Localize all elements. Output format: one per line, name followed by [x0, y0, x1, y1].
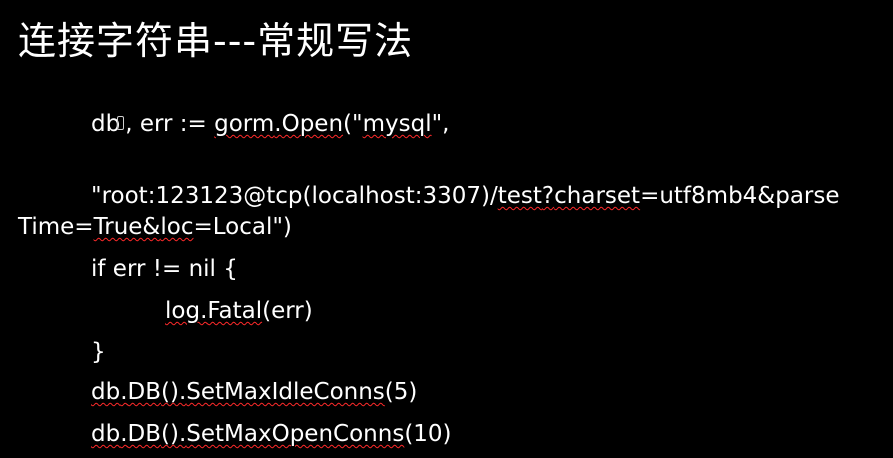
code-token: (10)	[404, 421, 452, 447]
code-line-close-brace: }	[91, 339, 106, 365]
code-token: mysql	[362, 111, 432, 137]
code-token: db	[91, 379, 121, 405]
code-token: =Local")	[193, 214, 292, 240]
code-token: .	[274, 111, 282, 137]
code-token: DB	[127, 421, 162, 447]
code-line-dsn-2: Time=True&loc=Local")	[18, 212, 292, 242]
code-token: loc	[160, 214, 194, 240]
code-token: .	[120, 421, 128, 447]
code-token: (err)	[262, 298, 313, 324]
code-token: db	[91, 111, 121, 137]
code-token: ("	[343, 111, 363, 137]
text-cursor-icon	[117, 115, 125, 130]
code-token: SetMaxIdleConns	[186, 379, 385, 405]
code-token: ().	[161, 379, 187, 405]
code-token: &	[142, 214, 161, 240]
code-token: Time=	[18, 214, 94, 240]
code-token: .	[120, 379, 128, 405]
code-line-dsn-1: "root:123123@tcp(localhost:3307)/test?ch…	[91, 181, 840, 211]
code-token: Fatal	[207, 298, 263, 324]
code-token: ?	[541, 183, 555, 209]
code-token: Open	[281, 111, 344, 137]
code-token: ().	[161, 421, 187, 447]
code-token: ",	[431, 111, 450, 137]
code-line-set-max-idle: db.DB().SetMaxIdleConns(5)	[91, 377, 417, 407]
code-token: charset	[554, 183, 641, 209]
slide-title: 连接字符串---常规写法	[18, 19, 414, 63]
code-token: (5)	[384, 379, 418, 405]
code-token: log	[165, 298, 201, 324]
code-token: test	[497, 183, 542, 209]
code-token: db	[91, 421, 121, 447]
code-token: , err :=	[125, 111, 215, 137]
code-token: gorm	[214, 111, 275, 137]
code-line-set-max-open: db.DB().SetMaxOpenConns(10)	[91, 419, 452, 449]
code-token: DB	[127, 379, 162, 405]
code-line-if: if err != nil {	[91, 256, 238, 282]
code-token: True	[93, 214, 143, 240]
code-token: SetMaxOpenConns	[186, 421, 405, 447]
code-line-log-fatal: log.Fatal(err)	[165, 296, 313, 326]
slide: 连接字符串---常规写法 db, err := gorm.Open("mysql…	[0, 0, 893, 458]
code-line-open: db, err := gorm.Open("mysql",	[91, 109, 449, 139]
code-token: "root:123123@tcp(localhost:3307)/	[91, 183, 498, 209]
code-token: =utf8mb4&parse	[640, 183, 840, 209]
